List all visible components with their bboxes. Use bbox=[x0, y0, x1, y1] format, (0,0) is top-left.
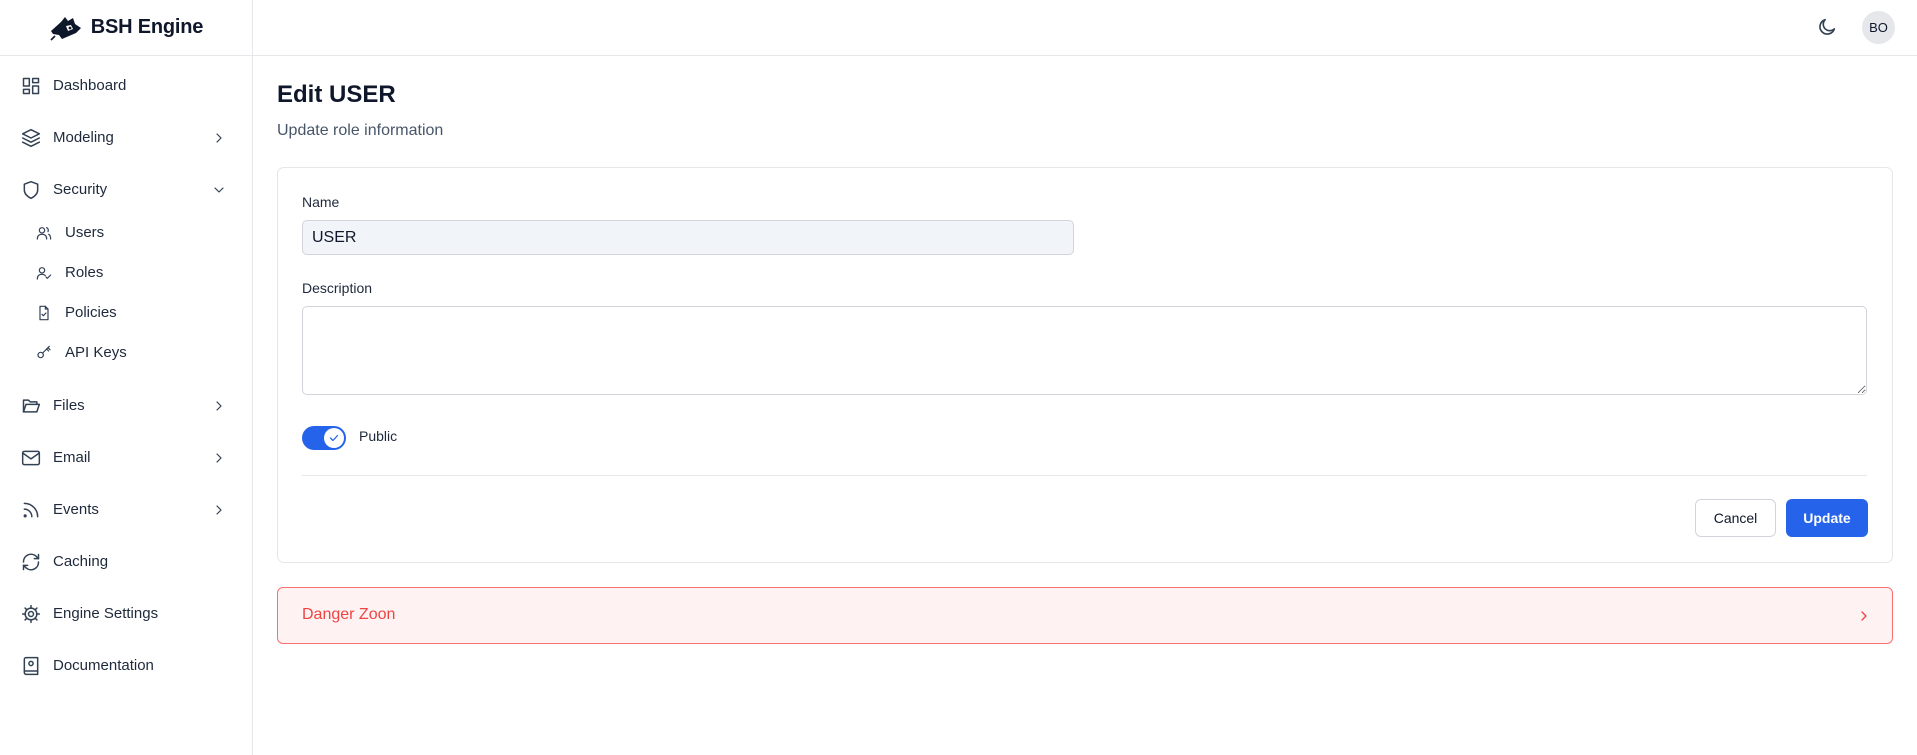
shield-icon bbox=[23, 180, 39, 200]
sidebar-item-label: Files bbox=[53, 396, 85, 414]
sidebar-subitem-label: Policies bbox=[65, 304, 117, 321]
book-icon bbox=[23, 656, 39, 676]
sidebar-subitem-label: Roles bbox=[65, 264, 104, 281]
dashboard-icon bbox=[22, 77, 40, 95]
key-icon bbox=[37, 345, 51, 359]
topbar bbox=[253, 0, 1917, 56]
sidebar-subitem-label: API Keys bbox=[65, 344, 127, 361]
sidebar-item-label: Security bbox=[53, 180, 108, 198]
sidebar-item-label: Caching bbox=[53, 552, 109, 570]
sidebar-item-label: Modeling bbox=[53, 128, 114, 146]
chevron-down-icon bbox=[214, 187, 224, 193]
name-label: Name bbox=[302, 194, 340, 210]
layers-icon bbox=[21, 128, 41, 148]
refresh-icon bbox=[22, 553, 40, 571]
sidebar-item-label: Engine Settings bbox=[53, 604, 159, 622]
sidebar-item-label: Email bbox=[53, 448, 91, 466]
danger-zone-panel[interactable]: Danger Zoon bbox=[277, 587, 1893, 644]
gear-icon bbox=[21, 604, 41, 624]
sidebar: BSH Engine Dashboard Modeling Security U… bbox=[0, 0, 253, 755]
update-button[interactable]: Update bbox=[1786, 499, 1868, 537]
check-icon bbox=[329, 434, 339, 442]
chevron-right-icon bbox=[216, 505, 222, 515]
sidebar-item-caching[interactable]: Caching bbox=[0, 541, 252, 581]
page-subtitle: Update role information bbox=[277, 122, 444, 139]
rss-icon bbox=[23, 502, 39, 518]
public-label: Public bbox=[359, 428, 398, 444]
brand[interactable]: BSH Engine bbox=[0, 0, 252, 56]
danger-zone-label: Danger Zoon bbox=[302, 606, 396, 623]
app-name: BSH Engine bbox=[90, 16, 204, 38]
user-avatar[interactable]: BO bbox=[1862, 11, 1895, 44]
moon-icon[interactable] bbox=[1816, 16, 1838, 38]
description-textarea[interactable] bbox=[302, 306, 1867, 395]
sidebar-subitem-policies[interactable]: Policies bbox=[0, 296, 252, 330]
folder-open-icon bbox=[22, 399, 41, 413]
sidebar-subitem-api-keys[interactable]: API Keys bbox=[0, 336, 252, 370]
sidebar-item-email[interactable]: Email bbox=[0, 437, 252, 477]
edit-role-form: Name Description Public Cancel Update bbox=[277, 167, 1893, 563]
chevron-right-icon bbox=[216, 133, 222, 143]
chevron-right-icon bbox=[1861, 611, 1867, 621]
sidebar-item-engine-settings[interactable]: Engine Settings bbox=[0, 593, 252, 633]
sidebar-subitem-roles[interactable]: Roles bbox=[0, 256, 252, 290]
mail-icon bbox=[21, 450, 41, 466]
sidebar-item-files[interactable]: Files bbox=[0, 385, 252, 425]
sidebar-item-documentation[interactable]: Documentation bbox=[0, 645, 252, 685]
form-divider bbox=[302, 475, 1867, 476]
name-input[interactable] bbox=[302, 220, 1074, 255]
sidebar-subitem-label: Users bbox=[65, 224, 105, 241]
toggle-knob bbox=[324, 428, 344, 448]
raccoon-logo-icon bbox=[50, 16, 81, 41]
sidebar-subitem-users[interactable]: Users bbox=[0, 216, 252, 250]
page-title: Edit USER bbox=[277, 81, 396, 108]
sidebar-item-dashboard[interactable]: Dashboard bbox=[0, 65, 252, 105]
description-label: Description bbox=[302, 280, 373, 296]
sidebar-item-events[interactable]: Events bbox=[0, 489, 252, 529]
sidebar-item-modeling[interactable]: Modeling bbox=[0, 117, 252, 157]
sidebar-item-label: Events bbox=[53, 500, 99, 518]
chevron-right-icon bbox=[216, 453, 222, 463]
user-check-icon bbox=[36, 267, 52, 280]
users-icon bbox=[36, 227, 52, 240]
sidebar-item-security[interactable]: Security bbox=[0, 169, 252, 209]
sidebar-item-label: Documentation bbox=[53, 656, 154, 674]
sidebar-item-label: Dashboard bbox=[53, 76, 127, 94]
file-check-icon bbox=[39, 305, 49, 321]
cancel-button[interactable]: Cancel bbox=[1695, 499, 1776, 537]
public-toggle[interactable] bbox=[302, 426, 346, 450]
chevron-right-icon bbox=[216, 401, 222, 411]
